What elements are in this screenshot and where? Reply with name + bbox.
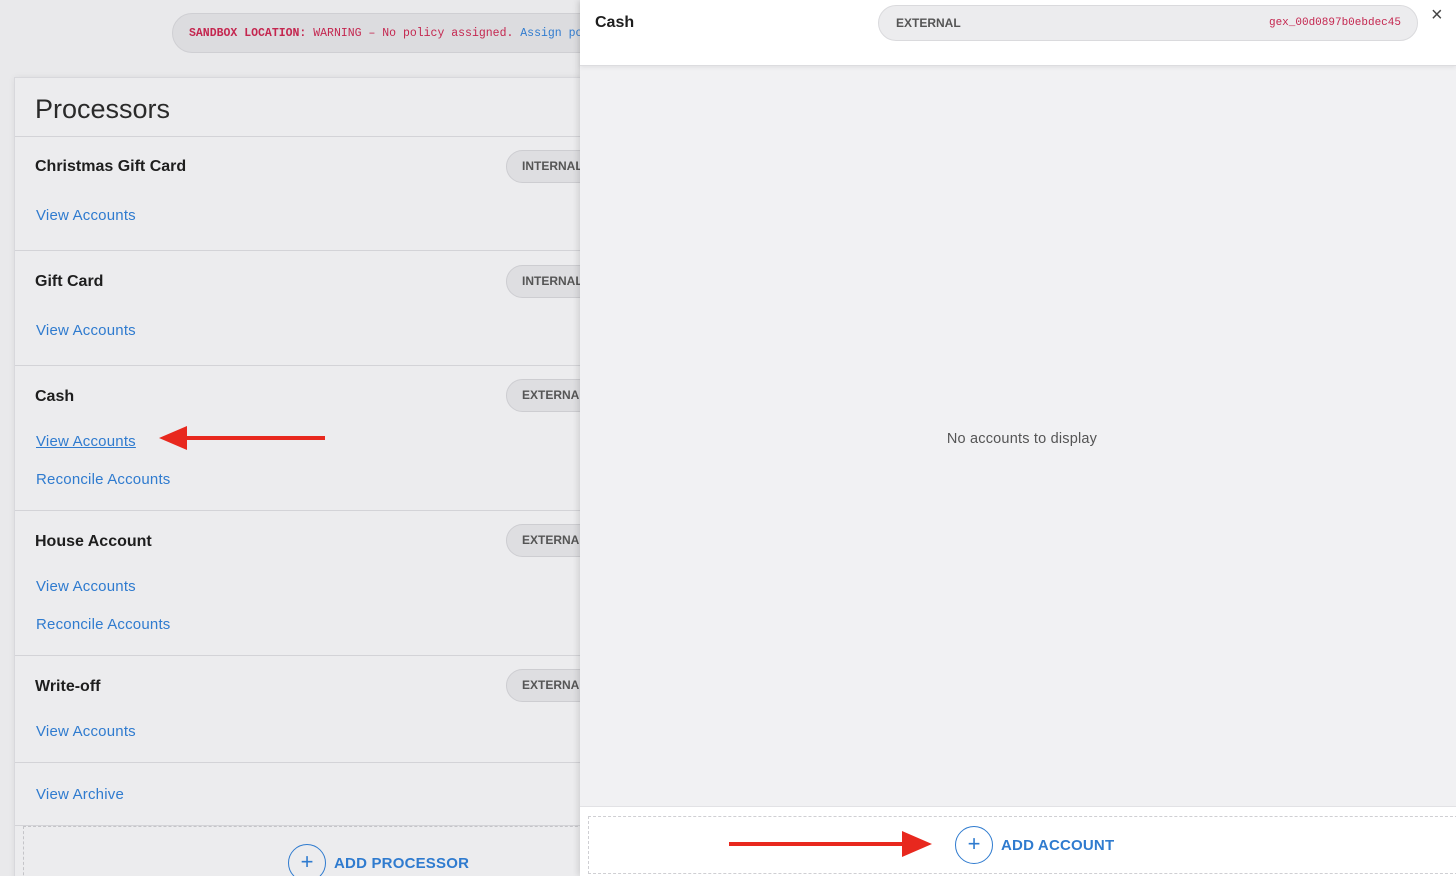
processors-card: Processors Christmas Gift Card INTERNAL … — [14, 77, 580, 876]
close-icon[interactable]: × — [1431, 5, 1443, 25]
processor-type-badge: EXTERNAL — [506, 524, 580, 557]
view-archive-link[interactable]: View Archive — [36, 786, 124, 803]
processor-name: Gift Card — [35, 273, 104, 290]
plus-icon: + — [288, 844, 326, 876]
divider — [15, 510, 580, 511]
reconcile-accounts-link[interactable]: Reconcile Accounts — [36, 616, 171, 633]
add-processor-label: ADD PROCESSOR — [334, 854, 470, 872]
processor-type-badge: EXTERNAL — [506, 669, 580, 702]
add-account-label: ADD ACCOUNT — [1001, 836, 1115, 854]
empty-state-message: No accounts to display — [946, 431, 1098, 447]
processor-name: House Account — [35, 533, 152, 550]
divider — [15, 250, 580, 251]
processor-type-badge: EXTERNAL gex_00d0897b0ebdec45 — [878, 5, 1418, 41]
drawer-header: Cash EXTERNAL gex_00d0897b0ebdec45 × — [580, 0, 1456, 66]
add-account-area: + ADD ACCOUNT — [588, 816, 1456, 874]
divider — [15, 762, 580, 763]
processor-name: Write-off — [35, 678, 101, 695]
processor-type-label: EXTERNAL — [896, 16, 961, 30]
processor-name: Christmas Gift Card — [35, 158, 187, 175]
view-accounts-link[interactable]: View Accounts — [36, 322, 136, 339]
sandbox-warning: WARNING – No policy assigned. — [313, 27, 514, 40]
add-processor-area: + ADD PROCESSOR — [23, 826, 580, 876]
view-accounts-link[interactable]: View Accounts — [36, 578, 136, 595]
processor-drawer: Cash EXTERNAL gex_00d0897b0ebdec45 × No … — [580, 0, 1456, 876]
annotation-arrow-icon — [159, 426, 325, 450]
drawer-title: Cash — [595, 14, 635, 31]
plus-icon: + — [955, 826, 993, 864]
divider — [15, 655, 580, 656]
processor-type-badge: INTERNAL — [506, 150, 580, 183]
processor-name: Cash — [35, 388, 75, 405]
add-account-button[interactable]: + ADD ACCOUNT — [955, 826, 1114, 864]
view-accounts-link-cash[interactable]: View Accounts — [36, 433, 136, 450]
reconcile-accounts-link[interactable]: Reconcile Accounts — [36, 471, 171, 488]
assign-policy-link[interactable]: Assign policy — [520, 27, 580, 40]
view-accounts-link[interactable]: View Accounts — [36, 723, 136, 740]
processors-page: SANDBOX LOCATION: WARNING – No policy as… — [0, 0, 580, 876]
page-title: Processors — [35, 94, 171, 124]
processor-id: gex_00d0897b0ebdec45 — [1268, 17, 1401, 29]
sandbox-label: SANDBOX LOCATION: — [189, 27, 307, 40]
processor-type-badge: EXTERNAL — [506, 379, 580, 412]
add-processor-button[interactable]: + ADD PROCESSOR — [288, 844, 469, 876]
processor-type-badge: INTERNAL — [506, 265, 580, 298]
drawer-footer: + ADD ACCOUNT — [580, 806, 1456, 876]
sandbox-banner: SANDBOX LOCATION: WARNING – No policy as… — [172, 13, 580, 53]
view-accounts-link[interactable]: View Accounts — [36, 207, 136, 224]
divider — [15, 136, 580, 137]
annotation-arrow-icon — [729, 831, 932, 857]
divider — [15, 365, 580, 366]
